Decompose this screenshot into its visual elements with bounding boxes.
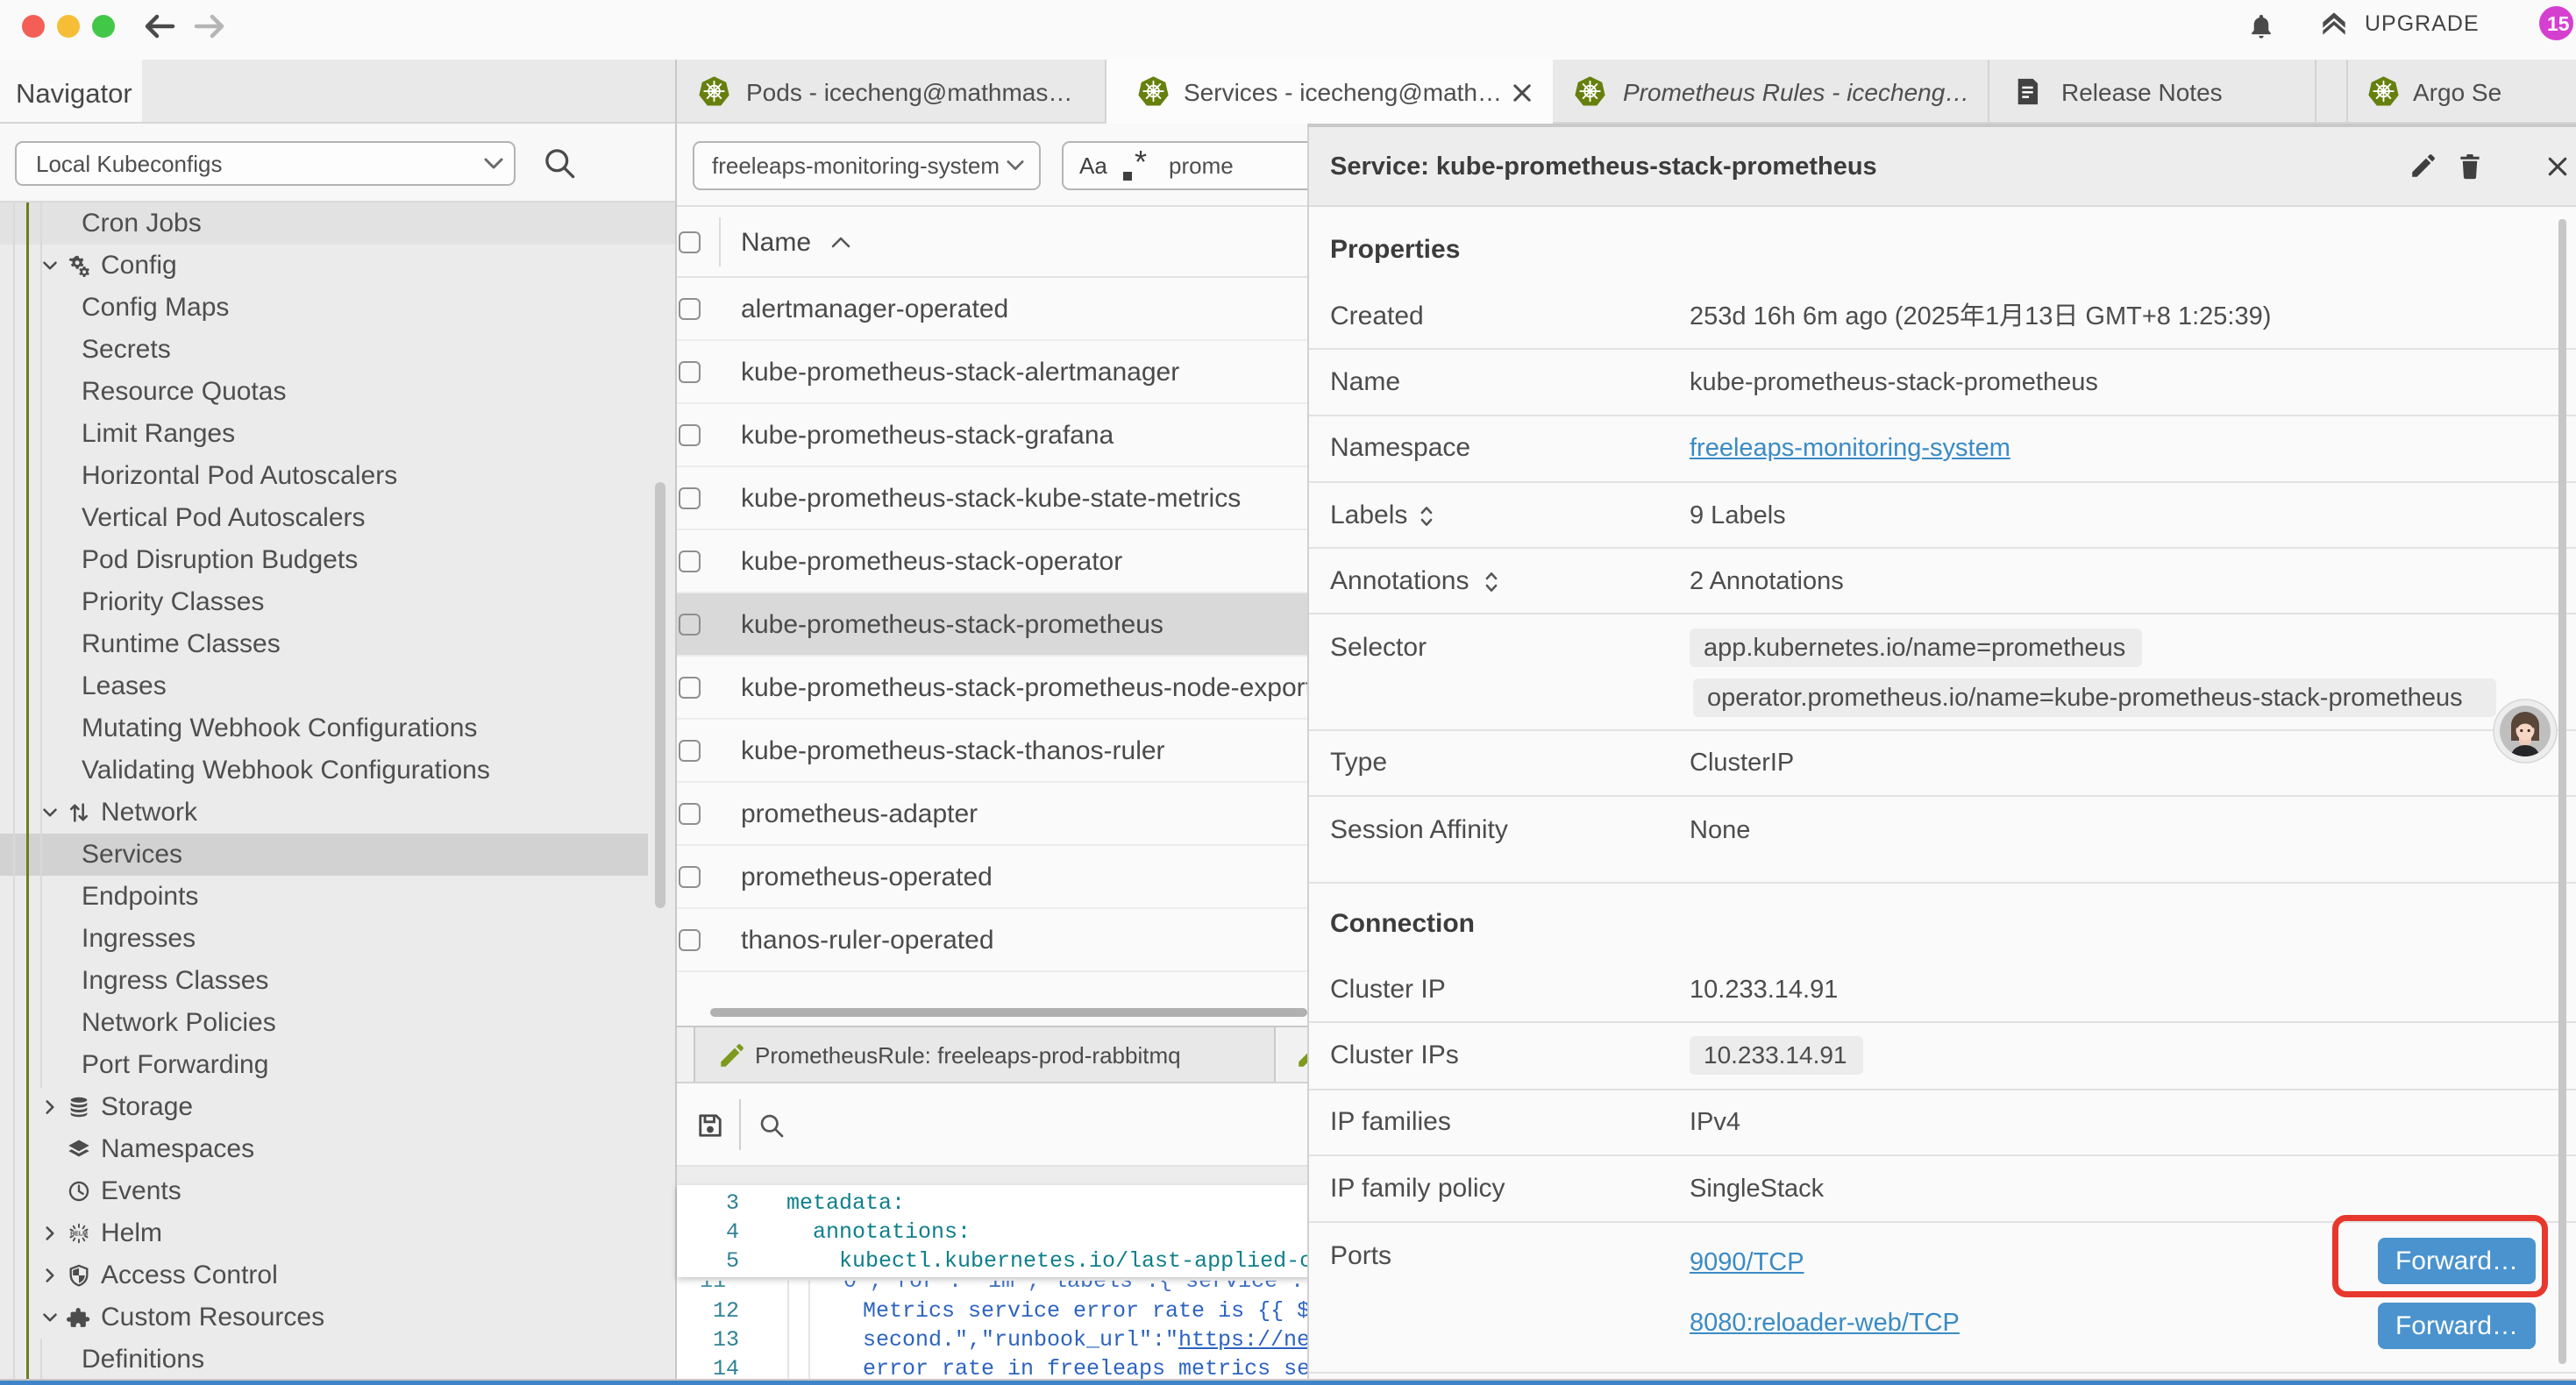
svg-text:HELM: HELM [70, 1232, 88, 1238]
